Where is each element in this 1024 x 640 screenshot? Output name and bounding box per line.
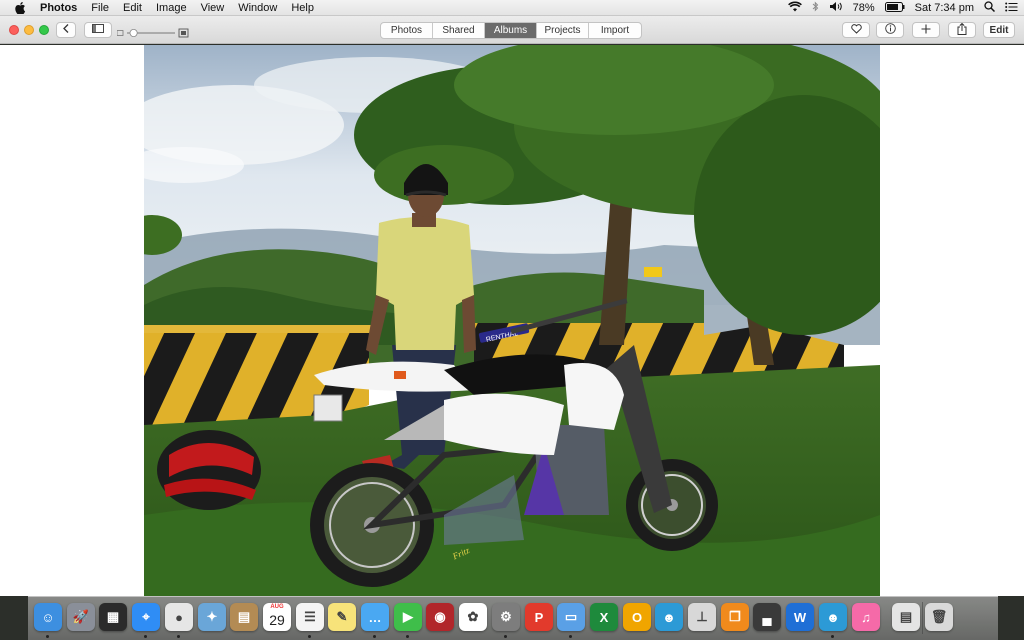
tab-import[interactable]: Import [589,23,641,38]
battery-percent: 78% [852,2,875,14]
excel-icon[interactable]: X [590,603,618,631]
lync-icon[interactable]: ☻ [655,603,683,631]
messenger-icon[interactable]: ☻ [819,603,847,631]
preview-icon[interactable]: ✦ [198,603,226,631]
volume-icon[interactable] [829,1,843,15]
menu-file[interactable]: File [91,2,109,14]
running-indicator [144,635,147,638]
menu-view[interactable]: View [201,2,225,14]
zoom-window-button[interactable] [39,25,49,35]
notification-center-icon[interactable] [1005,2,1018,15]
keynote-icon[interactable]: ▭ [557,603,585,631]
launchpad-icon[interactable]: 🚀 [67,603,95,631]
chrome-icon[interactable]: ● [165,603,193,631]
favorite-button[interactable] [842,22,870,38]
running-indicator [569,635,572,638]
documents-folder-icon[interactable]: ▤ [892,603,920,631]
ibooks-icon[interactable]: ❐ [721,603,749,631]
trash-icon[interactable]: 🗑 [925,603,953,631]
mission-control-icon[interactable]: ▦ [99,603,127,631]
system-preferences-icon[interactable]: ⚙ [492,603,520,631]
minimize-window-button[interactable] [24,25,34,35]
plus-icon [921,24,931,37]
running-indicator [504,635,507,638]
dock-separator [922,602,923,634]
wifi-icon[interactable] [787,1,802,15]
heart-icon [850,23,862,37]
running-indicator [831,635,834,638]
wps-icon[interactable]: P [525,603,553,631]
battery-icon[interactable] [884,1,905,15]
info-icon [884,23,896,37]
running-indicator [406,635,409,638]
printer-icon[interactable]: ▄ [753,603,781,631]
running-indicator [373,635,376,638]
safari-icon[interactable]: ⌖ [132,603,160,631]
zoom-slider-knob [129,29,138,37]
running-indicator [177,635,180,638]
sidebar-icon [92,24,104,36]
calendar-month: AUG [270,604,284,610]
running-indicator [46,635,49,638]
window-toolbar: Photos Shared Albums Projects Import Edi… [0,16,1024,44]
tab-albums[interactable]: Albums [485,23,537,38]
info-button[interactable] [876,22,904,38]
view-tabs: Photos Shared Albums Projects Import [380,22,642,39]
finder-icon[interactable]: ☺ [34,603,62,631]
edit-button[interactable]: Edit [983,22,1015,38]
airport-utility-icon[interactable]: ⊥ [688,603,716,631]
tab-shared[interactable]: Shared [433,23,485,38]
bluetooth-icon[interactable] [812,1,819,15]
small-thumbnail-icon [116,30,124,36]
app-menu[interactable]: Photos [40,2,77,14]
contacts-icon[interactable]: ▤ [230,603,258,631]
menu-help[interactable]: Help [291,2,314,14]
reminders-icon[interactable]: ☰ [296,603,324,631]
spotlight-search-icon[interactable] [984,1,996,15]
photos-icon[interactable]: ✿ [459,603,487,631]
tab-photos[interactable]: Photos [381,23,433,38]
zoom-slider[interactable] [116,25,189,38]
outlook-icon[interactable]: O [623,603,651,631]
calendar-day: 29 [269,612,285,628]
menu-image[interactable]: Image [156,2,187,14]
clock[interactable]: Sat 7:34 pm [915,2,974,14]
calendar-icon[interactable]: AUG 29 [263,603,291,631]
photo-motorcycle-rider[interactable]: RENTHAL Fritz [144,45,880,596]
itunes-icon[interactable]: ♫ [852,603,880,631]
menu-window[interactable]: Window [238,2,277,14]
messages-icon[interactable]: … [361,603,389,631]
share-button[interactable] [948,22,976,38]
menu-bar: Photos File Edit Image View Window Help … [0,0,1024,16]
running-indicator [308,635,311,638]
add-button[interactable] [912,22,940,38]
back-button[interactable] [56,22,76,38]
word-icon[interactable]: W [786,603,814,631]
tab-projects[interactable]: Projects [537,23,589,38]
notes-icon[interactable]: ✎ [328,603,356,631]
facetime-icon[interactable]: ▶ [394,603,422,631]
apple-menu-icon[interactable] [12,1,28,14]
share-icon [957,22,967,38]
menu-edit[interactable]: Edit [123,2,142,14]
chevron-left-icon [63,24,69,36]
photo-booth-icon[interactable]: ◉ [426,603,454,631]
close-window-button[interactable] [9,25,19,35]
photo-viewer: RENTHAL Fritz [0,45,1024,596]
sidebar-toggle-button[interactable] [84,22,112,38]
